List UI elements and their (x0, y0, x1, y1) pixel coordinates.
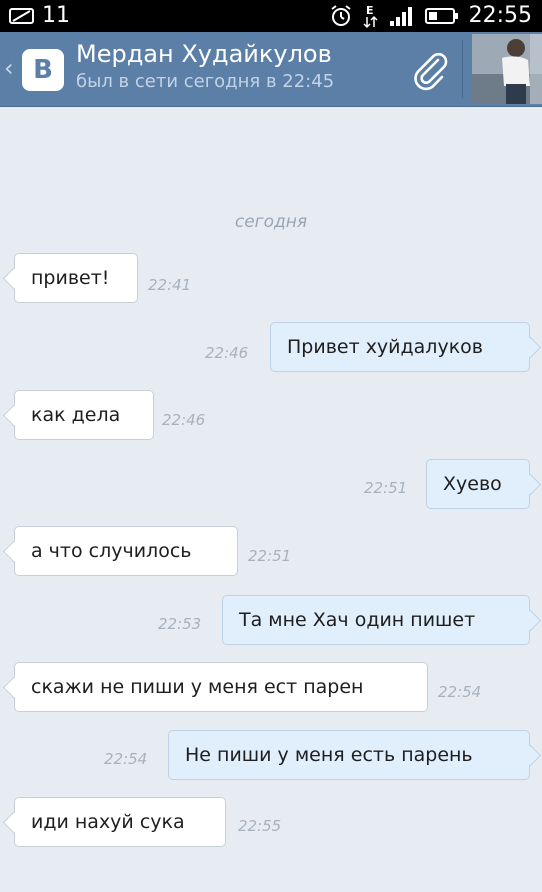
message-text: Та мне Хач один пишет (239, 609, 476, 631)
message-text: привет! (31, 267, 110, 289)
message-time: 22:51 (248, 547, 292, 565)
outgoing-message[interactable]: Не пиши у меня есть парень (168, 730, 530, 780)
message-time: 22:54 (438, 683, 482, 701)
message-text: Не пиши у меня есть парень (185, 744, 473, 766)
vk-logo[interactable]: B (22, 49, 64, 91)
message-list[interactable]: сегодня привет! 22:41 Привет хуйдалуков … (0, 107, 542, 892)
notification-count: 11 (42, 3, 70, 28)
outgoing-message[interactable]: Привет хуйдалуков (270, 322, 530, 372)
date-separator: сегодня (234, 212, 308, 232)
header-divider (462, 40, 463, 98)
contact-name: Мердан Худайкулов (76, 40, 332, 68)
status-clock: 22:55 (468, 3, 532, 28)
message-time: 22:41 (148, 276, 192, 294)
message-time: 22:54 (104, 750, 148, 768)
outgoing-message[interactable]: Та мне Хач один пишет (222, 595, 530, 645)
signal-icon (389, 5, 415, 27)
alarm-icon (329, 4, 353, 28)
contact-last-seen: был в сети сегодня в 22:45 (76, 71, 335, 92)
data-transfer-icon: E (363, 3, 379, 29)
back-chevron-icon[interactable]: ‹ (4, 54, 14, 82)
incoming-message[interactable]: а что случилось (14, 526, 238, 576)
contact-avatar[interactable] (472, 34, 542, 104)
message-text: иди нахуй сука (31, 811, 185, 833)
status-bar-left: 11 (8, 2, 70, 30)
message-time: 22:46 (162, 411, 206, 429)
network-type-label: E (366, 4, 374, 17)
incoming-message[interactable]: как дела (14, 390, 154, 440)
attach-button[interactable] (408, 48, 452, 92)
battery-icon (424, 6, 459, 26)
message-time: 22:51 (364, 479, 408, 497)
chat-header: ‹ B Мердан Худайкулов был в сети сегодня… (0, 32, 542, 107)
notification-icon (8, 6, 36, 26)
incoming-message[interactable]: иди нахуй сука (14, 797, 226, 847)
outgoing-message[interactable]: Хуево (426, 459, 530, 509)
message-text: как дела (31, 404, 121, 426)
message-text: а что случилось (31, 540, 192, 562)
incoming-message[interactable]: скажи не пиши у меня ест парен (14, 662, 428, 712)
message-time: 22:55 (238, 817, 282, 835)
status-bar-right: E 22:55 (329, 2, 532, 30)
message-text: Привет хуйдалуков (287, 336, 483, 358)
paperclip-icon (408, 52, 452, 96)
status-bar: 11 E 22:55 (0, 0, 542, 32)
incoming-message[interactable]: привет! (14, 253, 138, 303)
message-text: Хуево (443, 473, 502, 495)
message-text: скажи не пиши у меня ест парен (31, 676, 364, 698)
message-time: 22:53 (158, 615, 202, 633)
message-time: 22:46 (205, 344, 249, 362)
